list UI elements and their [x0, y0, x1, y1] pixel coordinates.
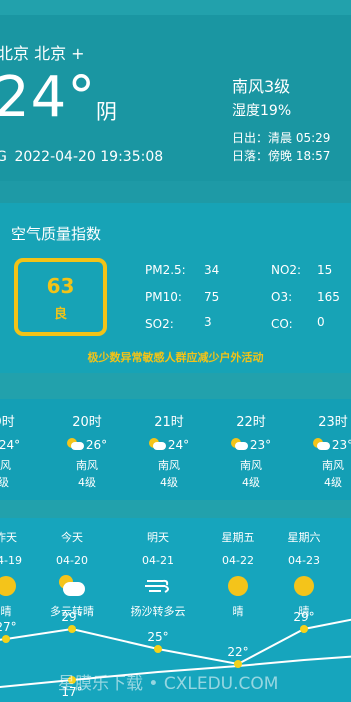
hour-wind: 南风 — [322, 459, 344, 472]
hour-label: 23时 — [318, 415, 348, 430]
sun-icon — [223, 575, 253, 597]
hour-wind: 南风 — [158, 459, 180, 472]
divider — [0, 373, 351, 399]
hourly-item: 23时 23° 南风 4级 — [303, 411, 351, 490]
hour-wind-level: 4级 — [160, 476, 178, 489]
hour-temperature: 23° — [331, 438, 351, 452]
current-wind: 南风3级 — [232, 77, 291, 96]
hour-wind: 南风 — [240, 459, 262, 472]
high-temperature-label: 27° — [0, 620, 17, 634]
day-date: 04-23 — [288, 554, 320, 567]
day-date: 04-22 — [222, 554, 254, 567]
no2-value: 15 — [317, 263, 333, 277]
no2-label: NO2: — [271, 263, 302, 277]
o3-label: O3: — [271, 290, 293, 304]
sandstorm-icon — [143, 575, 173, 597]
pm25-label: PM2.5: — [145, 263, 186, 277]
sun-icon — [0, 575, 21, 597]
city-selector[interactable]: 北京 北京 + — [0, 40, 85, 64]
hour-wind-level: 4级 — [78, 476, 96, 489]
hour-temperature: 24° — [167, 438, 190, 452]
hourly-item: 20时 26° 南风 4级 — [57, 411, 117, 490]
hourly-item: 21时 24° 南风 4级 — [139, 411, 199, 490]
o3-value: 165 — [317, 290, 340, 304]
high-temperature-label: 25° — [147, 630, 168, 644]
sunset: 日落：傍晚 18:57 — [232, 149, 331, 163]
update-time[interactable]: G 2022-04-20 19:35:08 — [0, 149, 163, 165]
day-name: 昨天 — [0, 531, 17, 544]
hour-wind: 南风 — [0, 459, 11, 472]
so2-label: SO2: — [145, 317, 174, 331]
day-date: 04-19 — [0, 554, 22, 567]
co-label: CO: — [271, 317, 293, 331]
partly-cloudy-icon — [312, 438, 331, 451]
aqi-level: 良 — [53, 307, 67, 322]
high-temperature-point — [68, 625, 76, 633]
hour-label: 22时 — [236, 415, 266, 430]
aqi-title: 空气质量指数 — [11, 225, 102, 243]
partly-cloudy-icon — [230, 438, 249, 451]
partly-cloudy-icon — [66, 438, 85, 451]
day-date: 04-21 — [142, 554, 174, 567]
day-name: 星期六 — [287, 531, 321, 544]
hour-temperature: 24° — [0, 438, 21, 452]
hour-temperature: 26° — [85, 438, 108, 452]
hour-label: 20时 — [72, 415, 102, 430]
watermark: 星膜乐下载 • CXLEDU.COM — [58, 674, 279, 694]
sun-icon — [289, 575, 319, 597]
hour-temperature: 23° — [249, 438, 272, 452]
hourly-item: 22时 23° 南风 4级 — [221, 411, 281, 490]
pm10-label: PM10: — [145, 290, 182, 304]
partly-cloudy-icon — [57, 575, 87, 597]
high-temperature-point — [300, 625, 308, 633]
hour-wind-level: 4级 — [0, 476, 9, 489]
sunrise: 日出：清晨 05:29 — [232, 131, 331, 145]
aqi-advice: 极少数异常敏感人群应减少户外活动 — [87, 351, 264, 364]
hourly-item: 19时 24° 南风 4级 — [0, 411, 30, 490]
high-temperature-point — [2, 635, 10, 643]
divider — [0, 500, 351, 518]
day-name: 星期五 — [221, 531, 255, 544]
high-temperature-label: 29° — [293, 610, 314, 624]
update-timestamp: 2022-04-20 19:35:08 — [14, 149, 164, 165]
aqi-value: 63 — [46, 274, 75, 298]
current-condition: 阴 — [96, 100, 117, 124]
current-humidity: 湿度19% — [232, 103, 292, 119]
refresh-icon[interactable]: G — [0, 149, 10, 165]
top-strip — [0, 0, 351, 15]
day-name: 今天 — [61, 531, 83, 544]
high-temperature-point — [154, 645, 162, 653]
pm25-value: 34 — [204, 263, 220, 277]
hour-wind-level: 4级 — [242, 476, 260, 489]
co-value: 0 — [317, 315, 325, 329]
high-temperature-point — [234, 660, 242, 668]
high-temperature-label: 22° — [227, 645, 248, 659]
high-temperature-label: 29° — [61, 610, 82, 624]
pm10-value: 75 — [204, 290, 220, 304]
high-temperature-line — [0, 618, 351, 666]
day-date: 04-20 — [56, 554, 88, 567]
hour-label: 21时 — [154, 415, 184, 430]
hour-label: 19时 — [0, 415, 15, 430]
hour-wind-level: 4级 — [324, 476, 342, 489]
hour-wind: 南风 — [76, 459, 98, 472]
so2-value: 3 — [204, 315, 212, 329]
current-temperature: 24° — [0, 65, 97, 130]
day-name: 明天 — [147, 531, 169, 544]
partly-cloudy-icon — [148, 438, 167, 451]
